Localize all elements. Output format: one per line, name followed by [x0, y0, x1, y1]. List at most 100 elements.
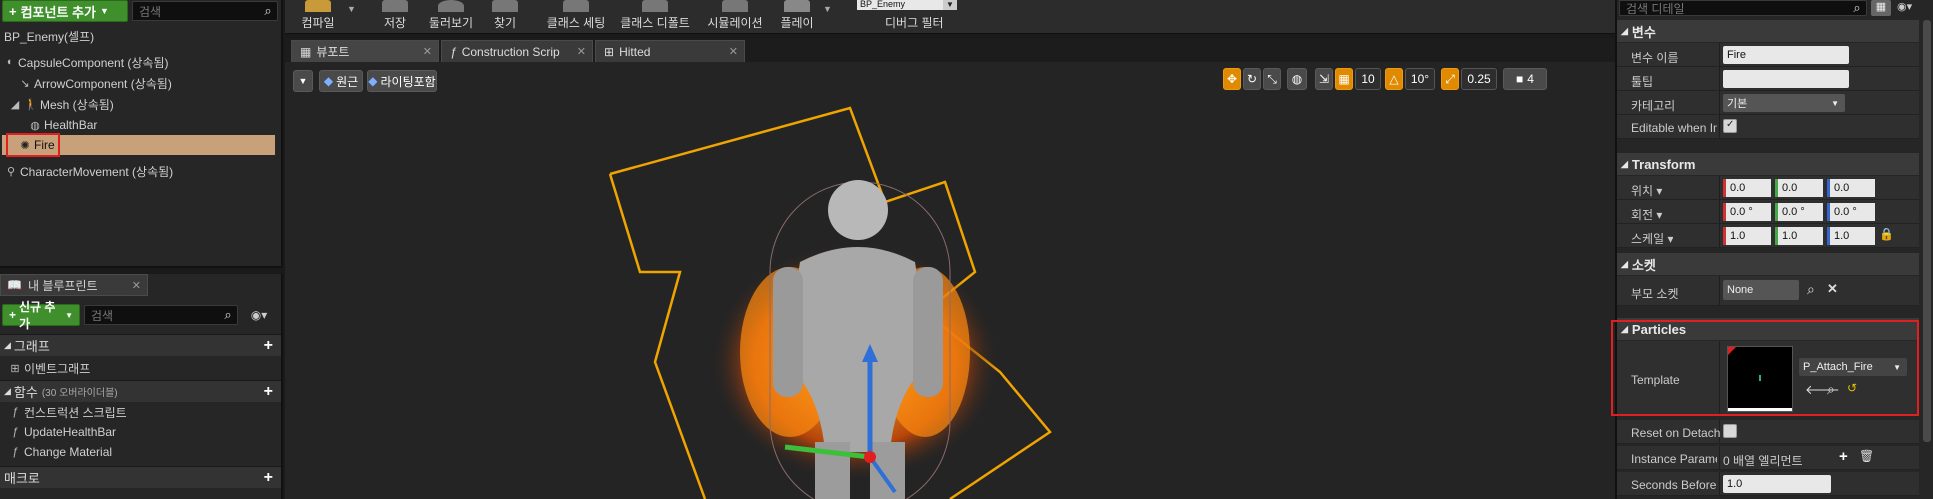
add-macro-icon[interactable]: + — [264, 469, 273, 487]
component-search-input[interactable]: 검색 ⌕ — [132, 1, 278, 21]
category-select[interactable]: 기본 ▼ — [1723, 94, 1845, 112]
tab-viewport[interactable]: ▦ 뷰포트 ✕ — [291, 40, 439, 62]
save-button[interactable]: 저장 — [375, 0, 415, 34]
location-z-field[interactable]: 0.0 — [1827, 179, 1875, 197]
details-scrollbar[interactable] — [1923, 20, 1931, 442]
add-function-icon[interactable]: + — [264, 383, 273, 401]
close-icon[interactable]: ✕ — [729, 45, 738, 58]
close-icon[interactable]: ✕ — [132, 279, 141, 292]
rotate-mode-icon[interactable]: ↻ — [1243, 68, 1261, 90]
transform-section-header[interactable]: ◢ Transform — [1617, 153, 1919, 175]
class-settings-button[interactable]: 클래스 세팅 — [541, 0, 611, 34]
compile-button[interactable]: 컴파일 — [293, 0, 343, 34]
grid-view-icon[interactable]: ▦ — [1871, 0, 1891, 16]
variable-section-header[interactable]: ◢ 변수 — [1617, 20, 1919, 42]
blueprint-search-input[interactable]: 검색 ⌕ — [84, 305, 238, 325]
surface-snap-icon[interactable]: ⇲ — [1315, 68, 1333, 90]
scale-snap-icon[interactable]: ⤢ — [1441, 68, 1459, 90]
lighting-mode-button[interactable]: ◆ 라이팅포함 — [367, 70, 437, 92]
rotation-snap-icon[interactable]: △ — [1385, 68, 1403, 90]
class-defaults-button[interactable]: 클래스 디폴트 — [615, 0, 695, 34]
tab-construction-script[interactable]: ƒ Construction Scrip ✕ — [441, 40, 593, 62]
collapse-arrow-icon: ◢ — [4, 340, 11, 350]
simulate-button[interactable]: 시뮬레이션 — [703, 0, 767, 34]
add-graph-icon[interactable]: + — [264, 337, 273, 355]
details-search-input[interactable]: 검색 디테일 ⌕ — [1619, 0, 1867, 16]
component-movement-row[interactable]: ⚲ CharacterMovement (상속됨) — [4, 161, 281, 181]
find-icon — [492, 0, 518, 12]
tab-hitted[interactable]: ⊞ Hitted ✕ — [595, 40, 745, 62]
var-name-field[interactable]: Fire — [1723, 46, 1849, 64]
add-component-button[interactable]: + 컴포넌트 추가 ▼ — [2, 0, 128, 22]
translate-mode-icon[interactable]: ✥ — [1223, 68, 1241, 90]
add-element-icon[interactable]: + — [1839, 448, 1848, 465]
function-item[interactable]: ƒ Change Material — [8, 442, 281, 462]
mesh-icon: 🚶 — [24, 98, 38, 111]
parent-socket-field[interactable]: None — [1723, 280, 1799, 300]
chevron-down-icon[interactable]: ▼ — [823, 4, 832, 14]
scale-label[interactable]: 스케일 ▾ — [1631, 230, 1673, 247]
expand-arrow-icon[interactable]: ◢ — [8, 98, 22, 111]
find-button[interactable]: 찾기 — [485, 0, 525, 34]
eye-icon[interactable]: ◉▾ — [244, 306, 274, 324]
rotation-y-field[interactable]: 0.0 ° — [1775, 203, 1823, 221]
chevron-down-icon[interactable]: ▼ — [347, 4, 356, 14]
instance-params-label: Instance Parame — [1631, 452, 1717, 466]
lock-icon[interactable]: 🔒 — [1879, 227, 1894, 241]
function-item[interactable]: ƒ 컨스트럭션 스크립트 — [8, 402, 281, 422]
grid-snap-value[interactable]: 10 — [1355, 68, 1381, 90]
play-button[interactable]: 플레이 — [775, 0, 819, 34]
macros-section-header[interactable]: 매크로 + — [0, 466, 281, 488]
scale-snap-value[interactable]: 0.25 — [1461, 68, 1497, 90]
component-self-row[interactable]: BP_Enemy(셀프) — [4, 26, 281, 46]
clear-icon[interactable]: ✕ — [1827, 281, 1838, 297]
rotation-z-field[interactable]: 0.0 ° — [1827, 203, 1875, 221]
search-icon: ⌕ — [264, 3, 272, 18]
perspective-button[interactable]: ◆ 원근 — [319, 70, 363, 92]
add-new-button[interactable]: + 신규 추가 ▼ — [2, 300, 80, 331]
event-graph-item[interactable]: ⊞ 이벤트그래프 — [8, 358, 281, 378]
debug-object-select[interactable]: BP_Enemy — [857, 0, 943, 10]
eye-icon[interactable]: ◉▾ — [1897, 0, 1927, 16]
viewport-options-button[interactable]: ▼ — [293, 70, 313, 92]
scale-z-field[interactable]: 1.0 — [1827, 227, 1875, 245]
component-arrow-row[interactable]: ↘ ArrowComponent (상속됨) — [18, 73, 281, 93]
location-x-field[interactable]: 0.0 — [1723, 179, 1771, 197]
close-icon[interactable]: ✕ — [423, 45, 432, 58]
graph-section-header[interactable]: ◢ 그래프 + — [0, 334, 281, 356]
chevron-down-icon[interactable]: ▼ — [943, 0, 957, 10]
plus-icon: + — [9, 308, 17, 322]
component-healthbar-row[interactable]: ◍ HealthBar — [28, 115, 281, 135]
close-icon[interactable]: ✕ — [577, 45, 586, 58]
character-head — [828, 180, 888, 240]
functions-section-header[interactable]: ◢ 함수 (30 오버라이더블) + — [0, 380, 281, 402]
check-icon: ✓ — [1726, 119, 1735, 130]
seconds-before-field[interactable]: 1.0 — [1723, 475, 1831, 493]
scale-mode-icon[interactable]: ⤡ — [1263, 68, 1281, 90]
world-local-icon[interactable]: ◍ — [1287, 68, 1307, 90]
component-mesh-row[interactable]: ◢ 🚶 Mesh (상속됨) — [8, 94, 281, 114]
search-icon[interactable]: ⌕ — [1807, 281, 1815, 298]
rotation-label[interactable]: 회전 ▾ — [1631, 206, 1662, 223]
rotation-snap-value[interactable]: 10° — [1405, 68, 1435, 90]
search-icon: ⌕ — [1853, 0, 1861, 15]
camera-speed-button[interactable]: ■ 4 — [1503, 68, 1547, 90]
tab-my-blueprint[interactable]: 📖 내 블루프린트 ✕ — [0, 274, 148, 296]
character-leg — [870, 442, 905, 499]
component-capsule-row[interactable]: ◖ CapsuleComponent (상속됨) — [2, 52, 281, 72]
reset-on-detach-checkbox[interactable] — [1723, 424, 1737, 438]
viewport[interactable]: ▼ ◆ 원근 ◆ 라이팅포함 ✥ ↻ ⤡ ◍ ⇲ ▦ 10 △ 10° ⤢ 0.… — [285, 62, 1615, 499]
location-y-field[interactable]: 0.0 — [1775, 179, 1823, 197]
tooltip-field[interactable] — [1723, 70, 1849, 88]
rotation-x-field[interactable]: 0.0 ° — [1723, 203, 1771, 221]
column-divider — [1719, 446, 1720, 469]
function-item[interactable]: ƒ UpdateHealthBar — [8, 422, 281, 442]
trash-icon[interactable]: 🗑 — [1859, 449, 1874, 463]
grid-snap-icon[interactable]: ▦ — [1335, 68, 1353, 90]
socket-section-header[interactable]: ◢ 소켓 — [1617, 253, 1919, 275]
scale-x-field[interactable]: 1.0 — [1723, 227, 1771, 245]
browse-button[interactable]: 둘러보기 — [421, 0, 481, 34]
location-label[interactable]: 위치 ▾ — [1631, 182, 1662, 199]
editable-checkbox[interactable]: ✓ — [1723, 119, 1737, 133]
scale-y-field[interactable]: 1.0 — [1775, 227, 1823, 245]
